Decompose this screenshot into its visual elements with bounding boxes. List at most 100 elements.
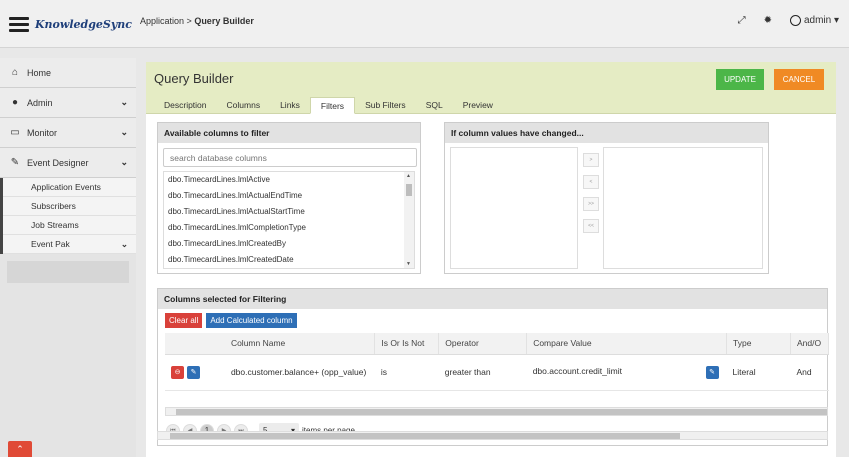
panel-title: Columns selected for Filtering bbox=[158, 289, 827, 309]
list-item[interactable]: dbo.TimecardLines.lmlCompletionType bbox=[164, 220, 414, 236]
cell-operator[interactable]: greater than bbox=[438, 354, 527, 391]
edit-row-icon[interactable]: ✎ bbox=[187, 365, 200, 379]
list-item[interactable]: dbo.TimecardLines.lmlActualStartTime bbox=[164, 204, 414, 220]
breadcrumb: Application > Query Builder bbox=[140, 16, 254, 26]
scroll-thumb[interactable] bbox=[176, 409, 827, 415]
tab-filters[interactable]: Filters bbox=[309, 97, 356, 114]
move-left-button[interactable]: < bbox=[583, 175, 599, 189]
list-item[interactable]: dbo.TimecardLines.lmlActualEndTime bbox=[164, 188, 414, 204]
tab-columns[interactable]: Columns bbox=[217, 97, 271, 114]
user-menu[interactable]: admin ▾ bbox=[789, 15, 839, 26]
sidebar-item-event-pak[interactable]: Event Pak ⌄ bbox=[3, 235, 136, 254]
move-all-left-button[interactable]: << bbox=[583, 219, 599, 233]
page-horizontal-scrollbar[interactable] bbox=[157, 431, 828, 440]
cell-compare-value[interactable]: dbo.account.credit_limit ✎ bbox=[526, 354, 727, 391]
move-right-button[interactable]: > bbox=[583, 153, 599, 167]
chevron-down-icon: ⌄ bbox=[120, 238, 128, 249]
sidebar-item-job-streams[interactable]: Job Streams bbox=[3, 216, 136, 235]
monitor-icon: ▭ bbox=[10, 127, 20, 138]
compare-value-text: dbo.account.credit_limit bbox=[532, 365, 622, 376]
main-content: Query Builder UPDATE CANCEL Description … bbox=[146, 62, 836, 457]
list-item[interactable]: dbo.TimecardLines.lmlCreatedDate bbox=[164, 252, 414, 268]
sidebar-item-label: Monitor bbox=[27, 127, 58, 138]
table-horizontal-scrollbar[interactable] bbox=[165, 407, 828, 416]
sidebar-item-admin[interactable]: ● Admin ⌄ bbox=[0, 88, 136, 118]
selected-actions: Clear all Add Calculated column bbox=[158, 309, 827, 331]
cancel-button[interactable]: CANCEL bbox=[774, 69, 824, 90]
sidebar-item-monitor[interactable]: ▭ Monitor ⌄ bbox=[0, 118, 136, 148]
changed-columns-panel: If column values have changed... > < >> … bbox=[444, 122, 769, 274]
sidebar-item-label: Admin bbox=[27, 97, 53, 108]
add-calculated-column-button[interactable]: Add Calculated column bbox=[206, 313, 297, 328]
edit-icon: ✎ bbox=[10, 157, 20, 168]
user-avatar-icon bbox=[789, 15, 801, 26]
app-logo: KnowledgeSync bbox=[35, 17, 132, 31]
scroll-thumb[interactable] bbox=[170, 433, 680, 439]
home-icon: ⌂ bbox=[11, 67, 19, 78]
chevron-down-icon: ⌄ bbox=[120, 127, 128, 137]
table-header-row: Column Name Is Or Is Not Operator Compar… bbox=[165, 333, 830, 355]
column-header[interactable]: Type bbox=[726, 333, 791, 355]
update-button[interactable]: UPDATE bbox=[716, 69, 764, 90]
search-input[interactable] bbox=[163, 148, 417, 167]
logo-area: KnowledgeSync bbox=[0, 0, 136, 48]
actions-header bbox=[165, 333, 225, 355]
column-header[interactable]: Compare Value bbox=[526, 333, 728, 355]
breadcrumb-parent[interactable]: Application > bbox=[140, 16, 192, 26]
changed-target-list[interactable] bbox=[603, 147, 763, 269]
edit-compare-value-icon[interactable]: ✎ bbox=[705, 365, 719, 379]
top-icons: ⤢ ✹ admin ▾ bbox=[738, 15, 839, 26]
clear-all-button[interactable]: Clear all bbox=[165, 313, 203, 328]
tab-links[interactable]: Links bbox=[270, 97, 310, 114]
page-title: Query Builder bbox=[154, 71, 234, 86]
column-header[interactable]: And/O bbox=[790, 333, 830, 355]
cell-and-or[interactable]: And bbox=[790, 354, 829, 391]
sidebar-item-label: Event Designer bbox=[27, 157, 89, 168]
sidebar-item-home[interactable]: ⌂ Home bbox=[0, 58, 136, 88]
sidebar-item-label: Application Events bbox=[31, 182, 101, 192]
sidebar-item-event-designer[interactable]: ✎ Event Designer ⌄ bbox=[0, 148, 136, 178]
sidebar-item-label: Subscribers bbox=[31, 201, 76, 211]
list-item[interactable]: dbo.TimecardLines.lmlActive bbox=[164, 172, 414, 188]
scroll-top-button[interactable]: ⌃ bbox=[8, 441, 32, 457]
remove-row-icon[interactable]: ⊖ bbox=[171, 365, 184, 379]
gear-icon[interactable]: ✹ bbox=[764, 15, 772, 26]
filter-table: Column Name Is Or Is Not Operator Compar… bbox=[165, 333, 830, 391]
panel-title: Available columns to filter bbox=[158, 123, 420, 143]
top-bar: KnowledgeSync Application > Query Builde… bbox=[0, 0, 849, 48]
column-header[interactable]: Operator bbox=[438, 333, 528, 355]
expand-icon[interactable]: ⤢ bbox=[738, 15, 746, 26]
sidebar-placeholder bbox=[7, 261, 129, 283]
event-designer-submenu: Application Events Subscribers Job Strea… bbox=[0, 178, 136, 254]
cell-is-or-is-not[interactable]: is bbox=[374, 354, 439, 391]
panel-title: If column values have changed... bbox=[445, 123, 768, 143]
sidebar-item-label: Event Pak bbox=[31, 239, 70, 249]
tab-sub-filters[interactable]: Sub Filters bbox=[355, 97, 416, 114]
hamburger-menu-icon[interactable] bbox=[9, 16, 29, 32]
cell-type[interactable]: Literal bbox=[726, 354, 791, 391]
selected-columns-panel: Columns selected for Filtering Clear all… bbox=[157, 288, 830, 446]
available-columns-panel: Available columns to filter dbo.Timecard… bbox=[157, 122, 421, 274]
scroll-thumb[interactable] bbox=[406, 184, 412, 196]
tab-preview[interactable]: Preview bbox=[453, 97, 503, 114]
sidebar: ⌂ Home ● Admin ⌄ ▭ Monitor ⌄ ✎ Event Des… bbox=[0, 58, 136, 457]
vertical-scrollbar[interactable]: ▲ ▼ bbox=[404, 172, 414, 268]
scroll-up-icon[interactable]: ▲ bbox=[406, 173, 411, 179]
move-all-right-button[interactable]: >> bbox=[583, 197, 599, 211]
sidebar-item-subscribers[interactable]: Subscribers bbox=[3, 197, 136, 216]
breadcrumb-current: Query Builder bbox=[194, 16, 254, 26]
user-name: admin ▾ bbox=[803, 15, 839, 26]
sidebar-item-label: Home bbox=[27, 67, 52, 78]
sidebar-item-application-events[interactable]: Application Events bbox=[3, 178, 136, 197]
tab-sql[interactable]: SQL bbox=[416, 97, 453, 114]
list-item[interactable]: dbo.TimecardLines.lmlCreatedBy bbox=[164, 236, 414, 252]
scroll-down-icon[interactable]: ▼ bbox=[406, 261, 411, 267]
cell-column-name: dbo.customer.balance+ (opp_value) bbox=[224, 354, 375, 391]
column-header[interactable]: Is Or Is Not bbox=[374, 333, 440, 355]
tab-description[interactable]: Description bbox=[154, 97, 217, 114]
changed-source-list[interactable] bbox=[450, 147, 578, 269]
tabs: Description Columns Links Filters Sub Fi… bbox=[154, 97, 503, 114]
sidebar-item-label: Job Streams bbox=[31, 220, 79, 230]
column-header[interactable]: Column Name bbox=[224, 333, 376, 355]
chevron-down-icon: ⌄ bbox=[120, 97, 128, 107]
